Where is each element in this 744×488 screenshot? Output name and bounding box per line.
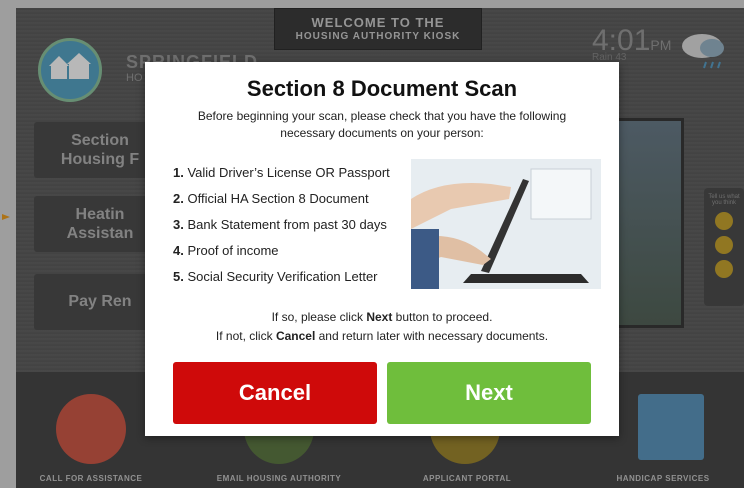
modal-confirm-text: If so, please click Next button to proce… (215, 310, 549, 343)
modal-title: Section 8 Document Scan (246, 76, 518, 101)
scanner-image (411, 159, 601, 289)
cancel-button[interactable]: Cancel (173, 362, 377, 424)
next-button[interactable]: Next (387, 362, 591, 424)
document-list: 1. Valid Driver’s License OR Passport 2.… (173, 160, 390, 290)
list-item: 2. Official HA Section 8 Document (173, 191, 369, 206)
list-item: 5. Social Security Verification Letter (173, 269, 378, 284)
modal-intro: Before beginning your scan, please check… (197, 109, 567, 140)
list-item: 1. Valid Driver’s License OR Passport (173, 165, 390, 180)
list-item: 3. Bank Statement from past 30 days (173, 217, 387, 232)
list-item: 4. Proof of income (173, 243, 279, 258)
scan-modal: Section 8 Document Scan Before beginning… (145, 62, 619, 436)
